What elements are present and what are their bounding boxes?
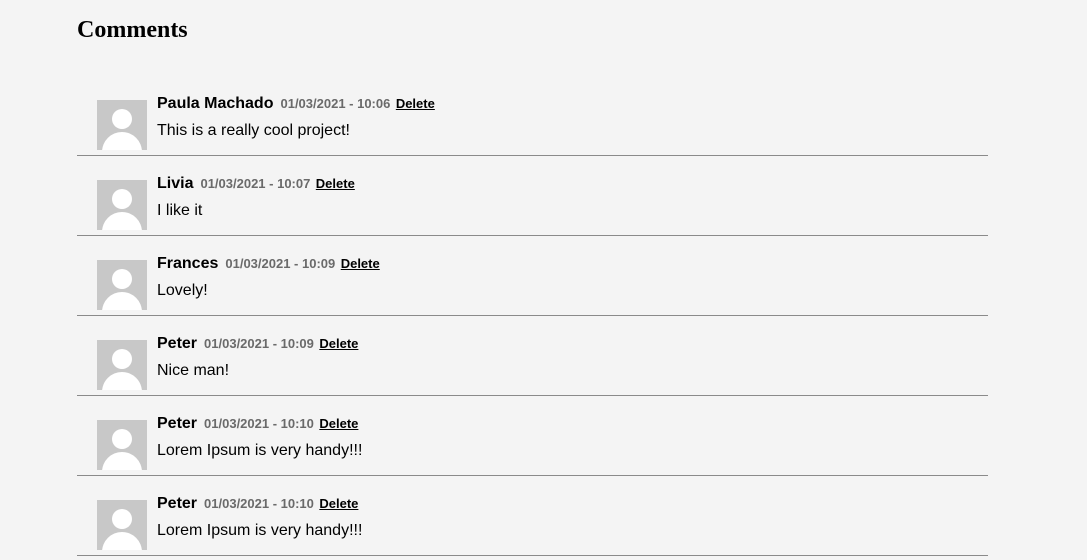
comment-item: Peter 01/03/2021 - 10:10 Delete Lorem Ips… — [77, 476, 988, 556]
comment-author: Peter — [157, 335, 198, 352]
comments-page: Comments Paula Machado 01/03/2021 - 10:06… — [0, 0, 1087, 560]
comment-date: 01/03/2021 - 10:09 — [204, 336, 314, 351]
avatar-icon — [97, 260, 147, 310]
comment-date: 01/03/2021 - 10:07 — [200, 176, 311, 191]
comment-date: 01/03/2021 - 10:09 — [225, 256, 336, 271]
page-title: Comments — [77, 17, 188, 43]
comment-author: Peter — [157, 495, 198, 512]
comment-text: I like it — [157, 202, 203, 219]
delete-comment-link[interactable]: Delete — [341, 256, 380, 271]
comment-date: 01/03/2021 - 10:10 — [204, 416, 314, 431]
comment-item: Paula Machado 01/03/2021 - 10:06 Delete T… — [77, 76, 988, 156]
comment-text: Nice man! — [157, 362, 230, 379]
avatar-icon — [97, 180, 147, 230]
delete-comment-link[interactable]: Delete — [319, 336, 358, 351]
avatar-icon — [97, 340, 147, 390]
comment-text: Lorem Ipsum is very handy!!! — [157, 442, 363, 459]
comment-text: Lorem Ipsum is very handy!!! — [157, 522, 363, 539]
comment-item: Peter 01/03/2021 - 10:09 Delete Nice man! — [77, 316, 988, 396]
delete-comment-link[interactable]: Delete — [396, 96, 435, 111]
comment-author: Paula Machado — [157, 95, 274, 112]
comment-text: This is a really cool project! — [157, 122, 350, 139]
comment-author: Frances — [157, 255, 219, 272]
avatar-icon — [97, 420, 147, 470]
comment-item: Livia 01/03/2021 - 10:07 Delete I like it — [77, 156, 988, 236]
comment-item: Frances 01/03/2021 - 10:09 Delete Lovely! — [77, 236, 988, 316]
comment-author: Livia — [157, 175, 194, 192]
comment-item: Peter 01/03/2021 - 10:10 Delete Lorem Ips… — [77, 396, 988, 476]
comment-text: Lovely! — [157, 282, 208, 299]
delete-comment-link[interactable]: Delete — [319, 416, 358, 431]
delete-comment-link[interactable]: Delete — [319, 496, 358, 511]
delete-comment-link[interactable]: Delete — [316, 176, 355, 191]
avatar-icon — [97, 500, 147, 550]
comment-date: 01/03/2021 - 10:10 — [204, 496, 314, 511]
avatar-icon — [97, 100, 147, 150]
comment-date: 01/03/2021 - 10:06 — [280, 96, 391, 111]
comment-list: Paula Machado 01/03/2021 - 10:06 Delete T… — [77, 76, 988, 556]
comment-author: Peter — [157, 415, 198, 432]
